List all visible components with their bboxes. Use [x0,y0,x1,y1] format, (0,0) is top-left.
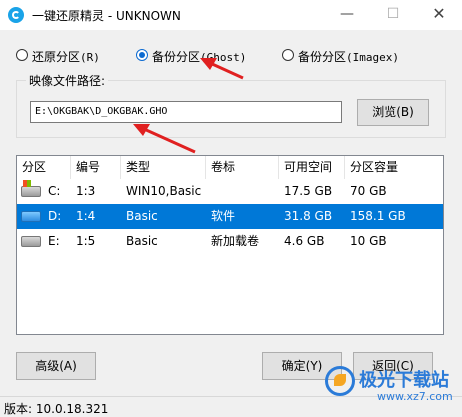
arrow-to-path-field [133,124,196,154]
arrow-to-ghost-radio [200,58,244,80]
annotation-arrows [133,58,244,154]
